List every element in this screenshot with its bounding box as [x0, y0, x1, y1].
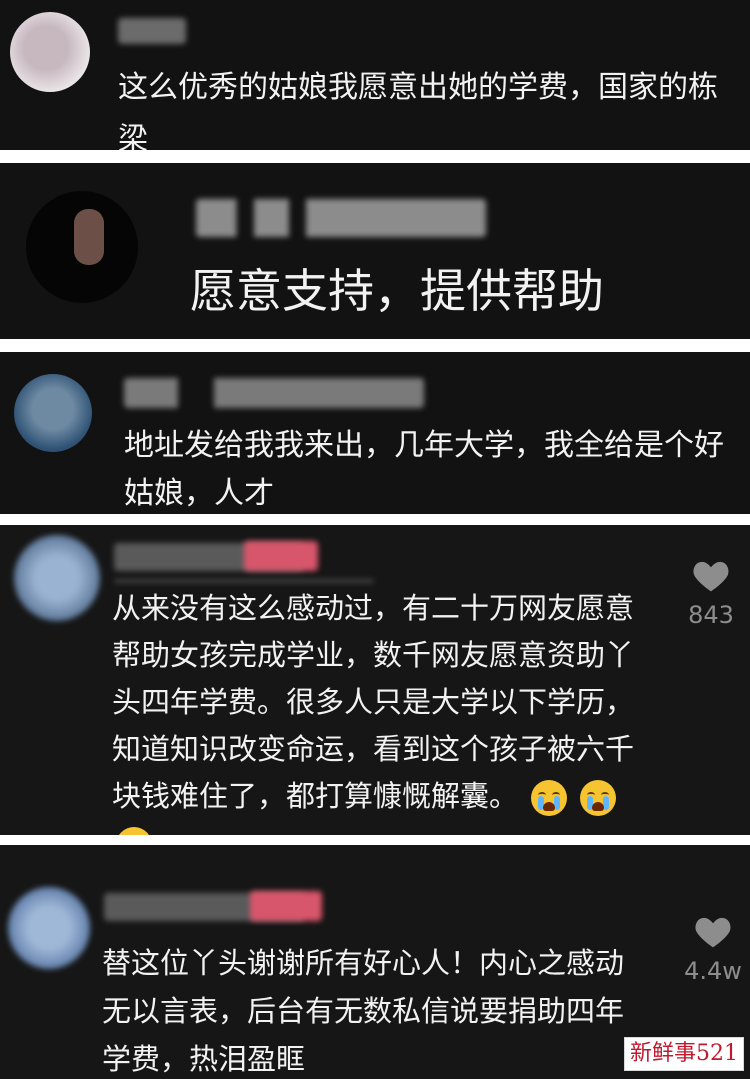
username-blurred[interactable] [118, 18, 186, 44]
user-badge-blurred [244, 541, 318, 571]
like-count: 4.4w [684, 957, 742, 985]
comment-text: 从来没有这么感动过，有二十万网友愿意帮助女孩完成学业，数千网友愿意资助丫头四年学… [112, 585, 652, 835]
loudly-crying-face-icon [580, 780, 617, 816]
comment-text: 替这位丫头谢谢所有好心人！内心之感动无以言表，后台有无数私信说要捐助四年学费，热… [102, 946, 625, 1076]
user-avatar[interactable] [14, 535, 100, 621]
user-badge-blurred [250, 891, 322, 921]
watermark-logo: 新鲜事521 [624, 1037, 744, 1071]
loudly-crying-face-icon [531, 780, 568, 816]
comment-card-1: 这么优秀的姑娘我愿意出她的学费，国家的栋梁 [0, 0, 750, 150]
comment-card-2: 愿意支持，提供帮助 [0, 163, 750, 339]
username-blurred[interactable] [124, 378, 424, 408]
like-button[interactable]: 4.4w [680, 913, 746, 985]
comment-text: 地址发给我我来出，几年大学，我全给是个好姑娘，人才 [124, 428, 724, 511]
comment-card-4: 从来没有这么感动过，有二十万网友愿意帮助女孩完成学业，数千网友愿意资助丫头四年学… [0, 525, 750, 835]
loudly-crying-face-icon [116, 827, 152, 835]
like-count: 843 [688, 601, 734, 629]
like-button[interactable]: 843 [680, 557, 742, 629]
user-avatar[interactable] [8, 887, 90, 969]
user-avatar[interactable] [26, 191, 138, 303]
comment-text: 愿意支持，提供帮助 [190, 264, 604, 318]
heart-icon [695, 917, 731, 948]
username-blurred[interactable] [196, 199, 486, 237]
reply-line-blurred [114, 579, 374, 583]
heart-icon [693, 561, 729, 592]
comment-card-3: 地址发给我我来出，几年大学，我全给是个好姑娘，人才 [0, 352, 750, 514]
user-avatar[interactable] [10, 12, 90, 92]
comment-text: 这么优秀的姑娘我愿意出她的学费，国家的栋梁 [118, 70, 718, 150]
user-avatar[interactable] [14, 374, 92, 452]
comment-text-content: 从来没有这么感动过，有二十万网友愿意帮助女孩完成学业，数千网友愿意资助丫头四年学… [112, 591, 635, 813]
